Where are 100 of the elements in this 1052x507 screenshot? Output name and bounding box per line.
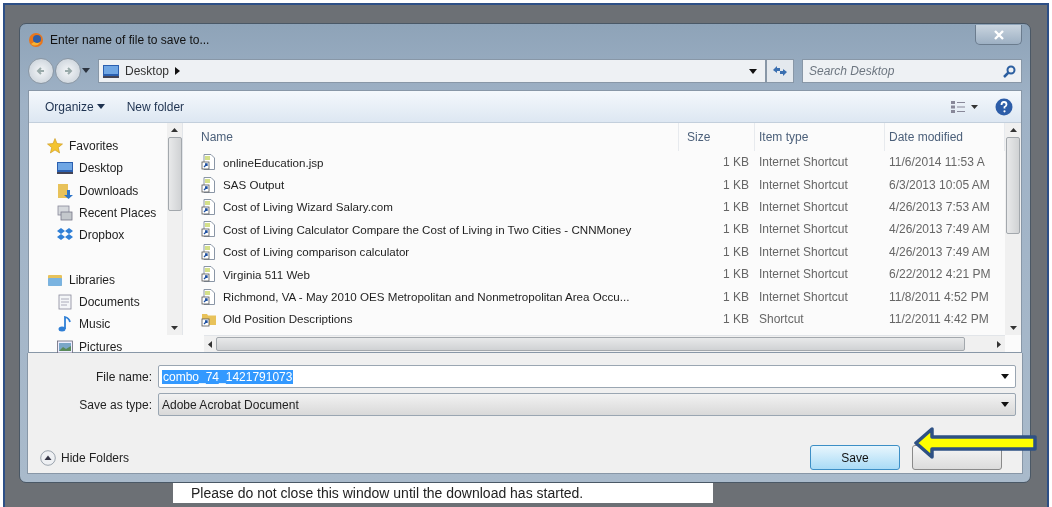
collapse-up-icon bbox=[40, 449, 56, 466]
file-row[interactable]: Old Position Descriptions 1 KB Shortcut 11/2/2011 4:42 PM bbox=[183, 307, 1005, 331]
file-type: Internet Shortcut bbox=[758, 289, 849, 304]
up-arrow-icon[interactable] bbox=[1009, 128, 1017, 132]
organize-button[interactable]: Organize bbox=[39, 96, 111, 117]
column-header[interactable]: Name bbox=[183, 123, 679, 151]
windows-stack-icon bbox=[57, 205, 73, 222]
file-row[interactable]: Richmond, VA - May 2010 OES Metropolitan and Nonmetropolitan Area Occu... 1 KB Internet Shortcut 11/8/2011 4:52 PM bbox=[183, 285, 1005, 308]
file-type-dropdown[interactable]: Adobe Acrobat Document bbox=[158, 393, 1016, 416]
document-icon bbox=[57, 293, 73, 310]
column-header[interactable]: Size bbox=[679, 123, 755, 151]
file-type: Internet Shortcut bbox=[758, 267, 849, 282]
shortcut-icon bbox=[201, 176, 217, 193]
shortcut-icon bbox=[201, 243, 217, 260]
up-arrow-icon[interactable] bbox=[171, 128, 178, 132]
horizontal-scrollbar[interactable] bbox=[204, 335, 1005, 352]
scrollbar[interactable] bbox=[1005, 123, 1021, 335]
nav-item[interactable]: Recent Places bbox=[29, 201, 167, 225]
star-icon bbox=[47, 138, 63, 155]
file-row[interactable]: Cost of Living Wizard Salary.com 1 KB Internet Shortcut 4/26/2013 7:53 AM bbox=[183, 195, 1005, 219]
file-type: Internet Shortcut bbox=[758, 199, 849, 214]
dropdown-caret-icon bbox=[1001, 402, 1009, 407]
file-size: 1 KB bbox=[722, 311, 750, 326]
field-label: Save as type: bbox=[78, 397, 152, 412]
column-header[interactable]: Item type bbox=[755, 123, 885, 151]
file-date: 6/3/2013 10:05 AM bbox=[888, 177, 991, 192]
save-button[interactable]: Save bbox=[810, 445, 900, 470]
left-arrow-icon[interactable] bbox=[208, 340, 212, 348]
file-date: 6/22/2012 4:21 PM bbox=[888, 267, 992, 282]
file-type: Internet Shortcut bbox=[758, 155, 849, 170]
file-type: Internet Shortcut bbox=[758, 222, 849, 237]
nav-item[interactable]: Desktop bbox=[29, 157, 167, 180]
file-date: 4/26/2013 7:49 AM bbox=[888, 222, 991, 237]
shortcut-icon bbox=[201, 198, 217, 215]
dropdown-caret-icon bbox=[1001, 374, 1009, 379]
file-date: 4/26/2013 7:53 AM bbox=[888, 199, 991, 214]
shortcut-icon bbox=[201, 266, 217, 283]
file-date: 11/2/2011 4:42 PM bbox=[888, 311, 990, 326]
file-size: 1 KB bbox=[722, 244, 750, 259]
file-name: Virginia 511 Web bbox=[223, 267, 310, 281]
picture-icon bbox=[57, 338, 73, 355]
help-icon[interactable] bbox=[995, 97, 1013, 116]
shortcut-icon bbox=[201, 288, 217, 305]
file-row[interactable]: onlineEducation.jsp 1 KB Internet Shortcut 11/6/2014 11:53 A bbox=[183, 151, 1005, 174]
search-field[interactable]: Search Desktop bbox=[802, 59, 1022, 83]
scrollbar[interactable] bbox=[167, 123, 182, 335]
file-row[interactable]: Virginia 511 Web 1 KB Internet Shortcut 6/22/2012 4:21 PM bbox=[183, 262, 1005, 286]
file-row[interactable]: SAS Output 1 KB Internet Shortcut 6/3/2013 10:05 AM bbox=[183, 173, 1005, 196]
file-name: onlineEducation.jsp bbox=[223, 155, 324, 169]
file-type: Shortcut bbox=[758, 311, 805, 326]
file-name: Cost of Living Calculator Compare the Cost of Living in Two Cities - CNNMoney bbox=[223, 222, 632, 236]
file-type: Internet Shortcut bbox=[758, 177, 849, 192]
nav-item[interactable]: Music bbox=[29, 313, 167, 336]
address-bar[interactable]: Desktop bbox=[98, 59, 766, 83]
dropdown-caret-icon bbox=[96, 104, 105, 109]
search-icon bbox=[1003, 65, 1016, 78]
file-row[interactable]: Cost of Living Calculator Compare the Cost of Living in Two Cities - CNNMoney 1 KB Internet Shortcut 4/26/2013 7:49 AM bbox=[183, 218, 1005, 241]
breadcrumb-arrow-icon bbox=[175, 67, 182, 75]
file-name: Richmond, VA - May 2010 OES Metropolitan and Nonmetropolitan Area Occu... bbox=[223, 290, 630, 304]
right-arrow-icon[interactable] bbox=[997, 340, 1001, 348]
browser-logo-icon bbox=[28, 32, 44, 48]
refresh-button[interactable] bbox=[766, 59, 794, 83]
close-button[interactable] bbox=[975, 25, 1022, 45]
refresh-arrows-icon bbox=[772, 64, 788, 78]
new-folder-button[interactable]: New folder bbox=[120, 96, 191, 117]
nav-item[interactable]: Documents bbox=[29, 290, 167, 314]
down-arrow-icon[interactable] bbox=[171, 326, 178, 330]
nav-item[interactable]: Downloads bbox=[29, 179, 167, 202]
nav-item[interactable]: Dropbox bbox=[29, 224, 167, 247]
left-arrow-icon bbox=[35, 65, 47, 77]
dropdown-caret-icon bbox=[749, 68, 757, 74]
down-arrow-icon[interactable] bbox=[1009, 326, 1017, 330]
file-size: 1 KB bbox=[722, 177, 750, 192]
file-size: 1 KB bbox=[722, 267, 750, 282]
file-size: 1 KB bbox=[722, 155, 750, 170]
desktop-icon bbox=[103, 63, 119, 79]
monitor-icon bbox=[57, 160, 73, 177]
right-arrow-icon bbox=[62, 65, 74, 77]
file-size: 1 KB bbox=[722, 222, 750, 237]
file-name: Cost of Living comparison calculator bbox=[223, 245, 410, 259]
nav-group-item[interactable]: Favorites bbox=[29, 135, 167, 158]
file-date: 4/26/2013 7:49 AM bbox=[888, 244, 991, 259]
dropdown-caret-icon[interactable] bbox=[82, 68, 90, 74]
download-message: Please do not close this window until the download has started. bbox=[191, 485, 584, 501]
field-label: File name: bbox=[94, 369, 152, 384]
file-row[interactable]: Cost of Living comparison calculator 1 KB Internet Shortcut 4/26/2013 7:49 AM bbox=[183, 240, 1005, 263]
file-name: Old Position Descriptions bbox=[223, 312, 353, 326]
file-name: Cost of Living Wizard Salary.com bbox=[223, 200, 393, 214]
list-view-icon bbox=[951, 100, 979, 113]
hide-folders-button[interactable]: Hide Folders bbox=[40, 449, 130, 466]
file-date: 11/6/2014 11:53 A bbox=[888, 155, 986, 170]
download-folder-icon bbox=[57, 182, 73, 199]
nav-group-item[interactable]: Libraries bbox=[29, 268, 167, 291]
shortcut-icon bbox=[201, 154, 217, 171]
file-date: 11/8/2011 4:52 PM bbox=[888, 289, 990, 304]
close-icon bbox=[993, 29, 1004, 40]
shortcut-icon bbox=[201, 221, 217, 238]
file-type: Internet Shortcut bbox=[758, 244, 849, 259]
nav-item[interactable]: Pictures bbox=[29, 335, 167, 358]
file-name: SAS Output bbox=[223, 178, 285, 192]
